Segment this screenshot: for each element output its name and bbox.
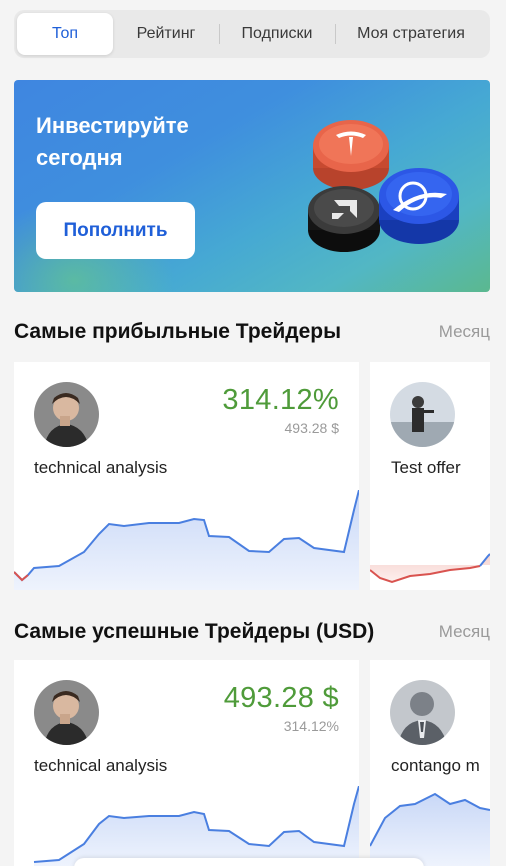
stock-coins-illustration — [308, 120, 459, 252]
section-title-profitable: Самые прибыльные Трейдеры — [14, 320, 342, 343]
profit-amount: 493.28 $ — [284, 420, 340, 436]
performance-sparkline — [370, 553, 490, 584]
promo-banner[interactable]: Инвестируйте сегодня Пополнить — [14, 80, 490, 292]
section-title-successful: Самые успешные Трейдеры (USD) — [14, 620, 375, 643]
avatar — [390, 382, 455, 447]
avatar — [34, 382, 99, 447]
period-selector-month[interactable]: Месяц — [439, 322, 490, 342]
bottom-sheet-handle — [74, 858, 424, 866]
trader-name: Test offer — [391, 458, 461, 477]
banner-title: Инвестируйте сегодня — [36, 113, 189, 170]
top-up-button[interactable]: Пополнить — [36, 202, 195, 259]
trader-card[interactable]: Test offer — [370, 362, 490, 590]
performance-sparkline — [14, 490, 359, 590]
trader-card[interactable]: 314.12% 493.28 $ technical analysis — [14, 362, 359, 590]
trader-name: technical analysis — [34, 756, 168, 775]
period-selector-month[interactable]: Месяц — [439, 622, 490, 642]
trader-name: contango m — [391, 756, 480, 775]
top-tab-bar: Топ Рейтинг Подписки Моя стратегия — [14, 10, 490, 58]
trader-card[interactable]: contango m — [370, 660, 490, 866]
amd-coin-icon — [308, 186, 380, 252]
tesla-coin-icon — [313, 120, 389, 190]
performance-sparkline — [370, 792, 490, 866]
tab-my-strategy[interactable]: Моя стратегия — [335, 13, 487, 55]
avatar — [390, 680, 455, 745]
trader-card[interactable]: 493.28 $ 314.12% technical analysis — [14, 660, 359, 866]
profit-amount: 493.28 $ — [223, 682, 339, 714]
tab-rating[interactable]: Рейтинг — [113, 13, 219, 55]
trader-name: technical analysis — [34, 458, 168, 477]
profit-percent: 314.12% — [283, 718, 339, 734]
performance-sparkline — [33, 786, 359, 866]
tab-top[interactable]: Топ — [17, 13, 113, 55]
boeing-coin-icon — [379, 168, 459, 244]
profit-percent: 314.12% — [222, 384, 339, 416]
avatar — [34, 680, 99, 745]
tab-subscriptions[interactable]: Подписки — [219, 13, 335, 55]
